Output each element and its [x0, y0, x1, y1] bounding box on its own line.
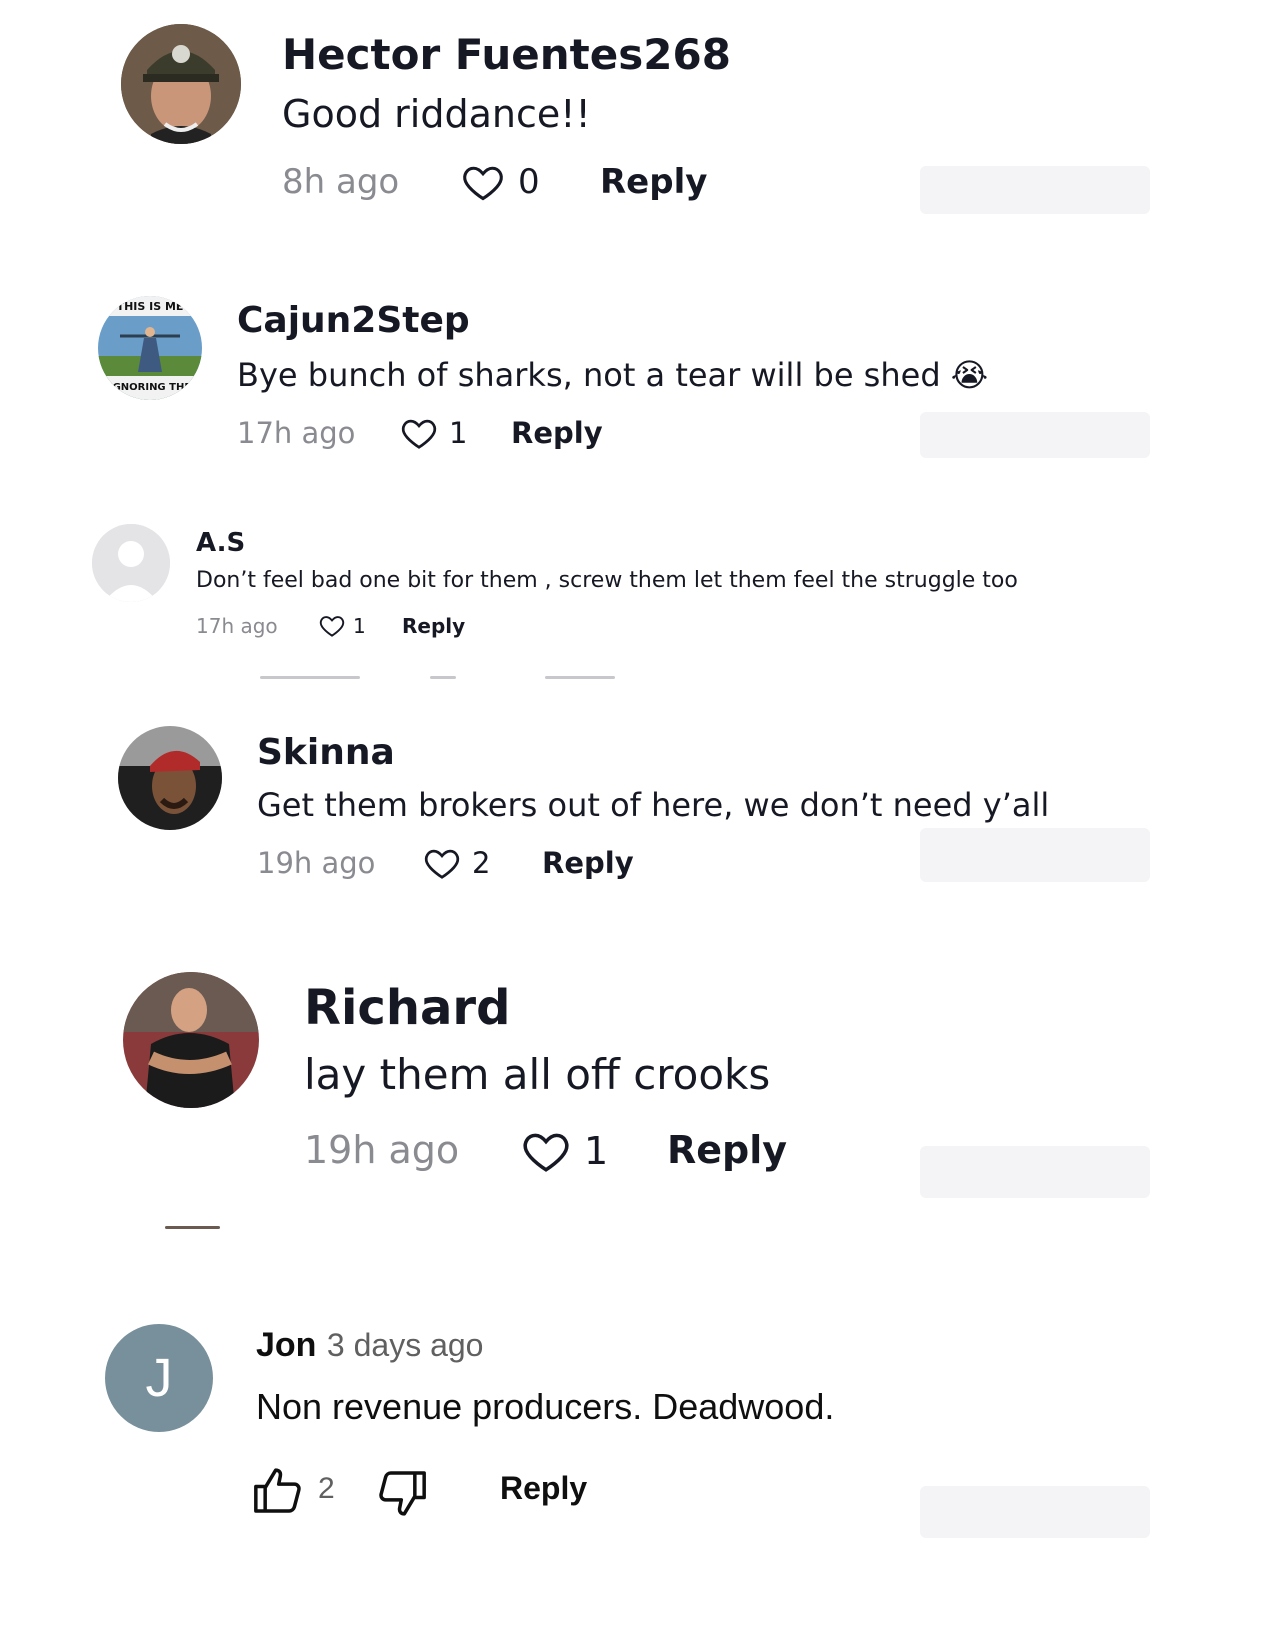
timestamp: 17h ago [196, 614, 278, 638]
comment-text: Don’t feel bad one bit for them , screw … [196, 568, 1018, 593]
profile-photo-icon [118, 726, 222, 830]
username[interactable]: Skinna [257, 732, 395, 773]
comment-text: lay them all off crooks [304, 1050, 771, 1099]
username[interactable]: Jon [256, 1326, 316, 1364]
timestamp: 8h ago [282, 162, 400, 202]
comment-jon: J Jon 3 days ago Non revenue producers. … [0, 1300, 1284, 1560]
like-button[interactable]: 2 [422, 844, 490, 882]
timestamp: 17h ago [237, 416, 356, 450]
heart-icon [319, 616, 345, 637]
timestamp: 19h ago [304, 1128, 460, 1172]
like-button[interactable] [250, 1462, 306, 1523]
action-placeholder [920, 412, 1150, 458]
heart-icon [401, 419, 437, 449]
cropped-edge-artifact [260, 676, 360, 679]
action-placeholder [920, 828, 1150, 882]
comment-text: Non revenue producers. Deadwood. [256, 1386, 835, 1427]
action-placeholder [920, 166, 1150, 214]
thumbs-down-icon [379, 1471, 426, 1516]
cropped-edge-artifact [430, 676, 456, 679]
username[interactable]: A.S [196, 528, 245, 558]
comment-as: A.S Don’t feel bad one bit for them , sc… [0, 510, 1284, 680]
profile-photo-icon [123, 972, 259, 1108]
like-button[interactable]: 0 [460, 160, 540, 204]
like-count: 1 [449, 416, 468, 450]
comment-text: Get them brokers out of here, we don’t n… [257, 786, 1050, 824]
action-placeholder [920, 1486, 1150, 1538]
heart-icon [463, 166, 503, 201]
comment-cajun2step: THIS IS ME IGNORING THE Cajun2Step Bye b… [0, 280, 1284, 480]
cropped-edge-artifact [165, 1226, 220, 1229]
username[interactable]: Hector Fuentes268 [282, 30, 731, 79]
avatar[interactable] [92, 524, 170, 602]
heart-icon [523, 1133, 569, 1172]
action-placeholder [920, 1146, 1150, 1198]
cropped-edge-artifact [545, 676, 615, 679]
timestamp: 19h ago [257, 846, 376, 880]
avatar-letter: J [145, 1348, 173, 1408]
username[interactable]: Richard [304, 980, 510, 1036]
comment-richard: Richard lay them all off crooks 19h ago … [0, 950, 1284, 1229]
reply-button[interactable]: Reply [667, 1128, 787, 1172]
comment-skinna: Skinna Get them brokers out of here, we … [0, 710, 1284, 920]
comment-header: Jon 3 days ago [256, 1326, 483, 1365]
profile-photo-icon [121, 24, 241, 144]
like-button[interactable]: 1 [520, 1126, 608, 1176]
reply-button[interactable]: Reply [402, 614, 465, 638]
avatar[interactable]: THIS IS ME IGNORING THE [98, 296, 202, 400]
comment-text: Bye bunch of sharks, not a tear will be … [237, 356, 989, 394]
reply-button[interactable]: Reply [500, 1470, 587, 1507]
like-count: 1 [353, 613, 366, 638]
reply-button[interactable]: Reply [511, 416, 603, 450]
thumbs-up-icon [254, 1468, 301, 1513]
meme-profile-image-icon: THIS IS ME IGNORING THE [98, 296, 202, 400]
avatar[interactable] [123, 972, 259, 1108]
like-count: 2 [318, 1472, 335, 1505]
comment-text: Good riddance!! [282, 92, 591, 136]
like-button[interactable]: 1 [318, 612, 366, 639]
like-count: 1 [584, 1129, 609, 1173]
username[interactable]: Cajun2Step [237, 300, 470, 341]
reply-button[interactable]: Reply [600, 162, 707, 202]
avatar[interactable] [118, 726, 222, 830]
avatar[interactable] [121, 24, 241, 144]
svg-text:IGNORING THE: IGNORING THE [109, 382, 191, 393]
like-button[interactable]: 1 [399, 414, 467, 452]
reply-button[interactable]: Reply [542, 846, 634, 880]
svg-text:THIS IS ME: THIS IS ME [117, 300, 184, 313]
comment-hector: Hector Fuentes268 Good riddance!! 8h ago… [0, 0, 1284, 240]
default-user-icon [92, 524, 170, 602]
avatar[interactable]: J [105, 1324, 213, 1432]
heart-icon [424, 849, 460, 879]
dislike-button[interactable] [374, 1466, 430, 1527]
timestamp[interactable]: 3 days ago [327, 1327, 484, 1363]
like-count: 0 [518, 162, 540, 202]
like-count: 2 [472, 846, 491, 880]
